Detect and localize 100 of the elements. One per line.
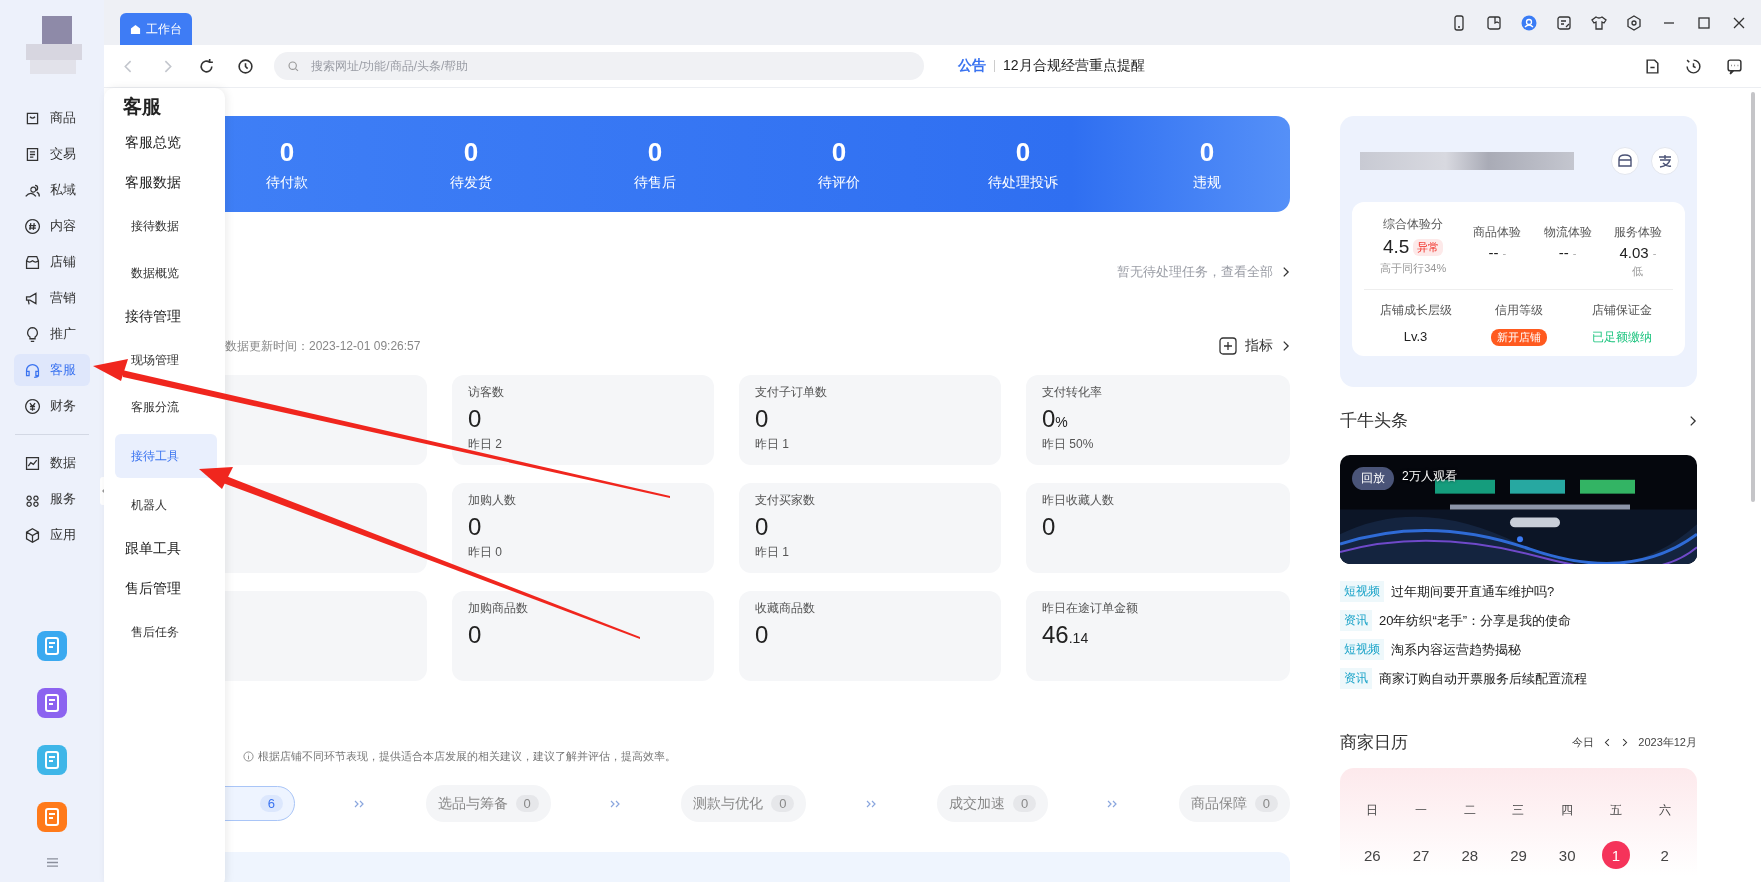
alipay-icon[interactable] (1651, 147, 1679, 175)
stat-label[interactable]: 待处理投诉 (988, 173, 1058, 192)
nav-item[interactable]: 服务 (14, 483, 90, 515)
score-label: 服务体验 (1613, 224, 1662, 241)
search-icon (287, 60, 300, 73)
today-button[interactable]: 今日 (1572, 735, 1595, 750)
stat-label[interactable]: 违规 (1193, 173, 1221, 192)
phone-icon[interactable] (1451, 14, 1467, 31)
weekday-label: 一 (1415, 802, 1428, 819)
stat-label[interactable]: 待售后 (634, 173, 676, 192)
submenu-item[interactable]: 机器人 (115, 485, 217, 525)
history-icon[interactable] (237, 57, 254, 75)
metric-label: 支付子订单数 (755, 384, 828, 401)
nav-item[interactable]: 应用 (14, 519, 90, 551)
chevron-right-icon[interactable] (1281, 265, 1290, 279)
shop-icon[interactable] (1611, 147, 1639, 175)
nav-item[interactable]: 私域 (14, 174, 90, 206)
submenu-item[interactable]: 接待数据 (115, 206, 217, 246)
score-label: 物流体验 (1543, 224, 1592, 241)
stat-value: 0 (647, 136, 663, 168)
update-time: 数据更新时间：2023-12-01 09:26:57 (225, 337, 421, 355)
metric-value: 0 (755, 405, 770, 433)
calendar-date[interactable]: 26 (1358, 841, 1387, 869)
notice-link[interactable]: 12月合规经营重点提醒 (1003, 57, 1145, 75)
menu-icon[interactable] (45, 857, 59, 868)
score-value: -- (1488, 244, 1499, 261)
refresh-icon[interactable] (198, 57, 215, 75)
nav-icon (24, 454, 41, 472)
nav-icon (24, 526, 41, 544)
shirt-icon[interactable] (1591, 14, 1607, 31)
replay-badge: 回放 (1352, 467, 1394, 490)
app-icon[interactable] (37, 802, 67, 832)
stat-label[interactable]: 待付款 (266, 173, 308, 192)
calendar-date[interactable]: 30 (1553, 841, 1582, 869)
chevron-right-icon[interactable] (1688, 413, 1697, 428)
stat-label[interactable]: 待评价 (818, 173, 860, 192)
metric-value: 0 (755, 513, 770, 541)
submenu-item[interactable]: 现场管理 (115, 340, 217, 380)
submenu-item[interactable]: 客服数据 (115, 166, 211, 199)
calendar-date[interactable]: 2 (1650, 841, 1679, 869)
chevron-left-icon[interactable] (1604, 737, 1612, 748)
nav-item[interactable]: 商品 (14, 102, 90, 134)
submenu-item[interactable]: 数据概览 (115, 253, 217, 293)
submenu-item[interactable]: 售后管理 (115, 572, 211, 605)
calendar-date[interactable]: 1 (1601, 841, 1630, 869)
chevron-right-icon[interactable] (1281, 339, 1290, 353)
metric-label: 昨日在途订单金额 (1042, 600, 1139, 617)
submenu-item[interactable]: 售后任务 (115, 612, 217, 652)
nav-item[interactable]: 财务 (14, 390, 90, 422)
submenu-item[interactable]: 客服分流 (115, 387, 217, 427)
stat-label[interactable]: 待发货 (450, 173, 492, 192)
metric-value: 0 (468, 513, 483, 541)
trend-mark: - (1502, 246, 1507, 259)
score-label: 商品体验 (1473, 224, 1522, 241)
status-label: 店铺成长层级 (1379, 302, 1452, 319)
metric-yesterday: 昨日 2 (468, 436, 503, 453)
notebook-icon[interactable] (1486, 14, 1502, 31)
add-icon[interactable] (1219, 337, 1237, 355)
calendar-date[interactable]: 29 (1504, 841, 1533, 869)
calendar-date[interactable]: 28 (1455, 841, 1484, 869)
app-icon[interactable] (37, 631, 67, 661)
calendar-date[interactable]: 27 (1407, 841, 1436, 869)
stat-value: 0 (279, 136, 295, 168)
nav-item[interactable]: 推广 (14, 318, 90, 350)
status-value: Lv.3 (1403, 329, 1428, 344)
workbench-tab[interactable]: 工作台 (120, 13, 192, 45)
app-icon[interactable] (37, 688, 67, 718)
scrollbar-thumb[interactable] (1751, 92, 1755, 502)
chevron-right-icon[interactable] (1621, 737, 1629, 748)
nav-item[interactable]: 营销 (14, 282, 90, 314)
news-link[interactable]: 商家订购自动开票服务后续配置流程 (1379, 669, 1587, 688)
nav-item[interactable]: 数据 (14, 447, 90, 479)
timer-icon[interactable] (1685, 57, 1702, 75)
nav-item[interactable]: 客服 (14, 354, 90, 386)
viewer-count: 2万人观看 (1402, 468, 1457, 485)
news-link[interactable]: 淘系内容运营趋势揭秘 (1391, 640, 1521, 659)
metrics-link[interactable]: 指标 (1245, 337, 1273, 355)
metric-value: 0 (468, 405, 483, 433)
file-icon[interactable] (1644, 57, 1661, 75)
settings-icon[interactable] (1626, 14, 1642, 31)
edit-list-icon[interactable] (1556, 14, 1572, 31)
submenu-item[interactable]: 接待管理 (115, 300, 211, 333)
stat-value: 0 (1199, 136, 1215, 168)
nav-item[interactable]: 店铺 (14, 246, 90, 278)
score-note: 高于同行34% (1380, 261, 1447, 276)
nav-item[interactable]: 内容 (14, 210, 90, 242)
weekday-label: 六 (1658, 802, 1671, 819)
news-link[interactable]: 过年期间要开直通车维护吗? (1391, 582, 1555, 601)
metric-value: 46.14 (1042, 621, 1090, 649)
submenu-item[interactable]: 客服总览 (115, 126, 211, 159)
maximize-icon[interactable] (1696, 14, 1712, 31)
news-link[interactable]: 20年纺织“老手”：分享是我的使命 (1379, 611, 1572, 630)
submenu-item[interactable]: 接待工具 (115, 434, 217, 478)
news-tag: 资讯 (1340, 610, 1372, 631)
submenu-item[interactable]: 跟单工具 (115, 532, 211, 565)
nav-item[interactable]: 交易 (14, 138, 90, 170)
chat-icon[interactable] (1726, 57, 1743, 75)
search-field[interactable]: 搜索网址/功能/商品/头条/帮助 (274, 52, 924, 80)
status-label: 信用等级 (1494, 302, 1543, 319)
user-circle-icon[interactable] (1521, 14, 1537, 31)
